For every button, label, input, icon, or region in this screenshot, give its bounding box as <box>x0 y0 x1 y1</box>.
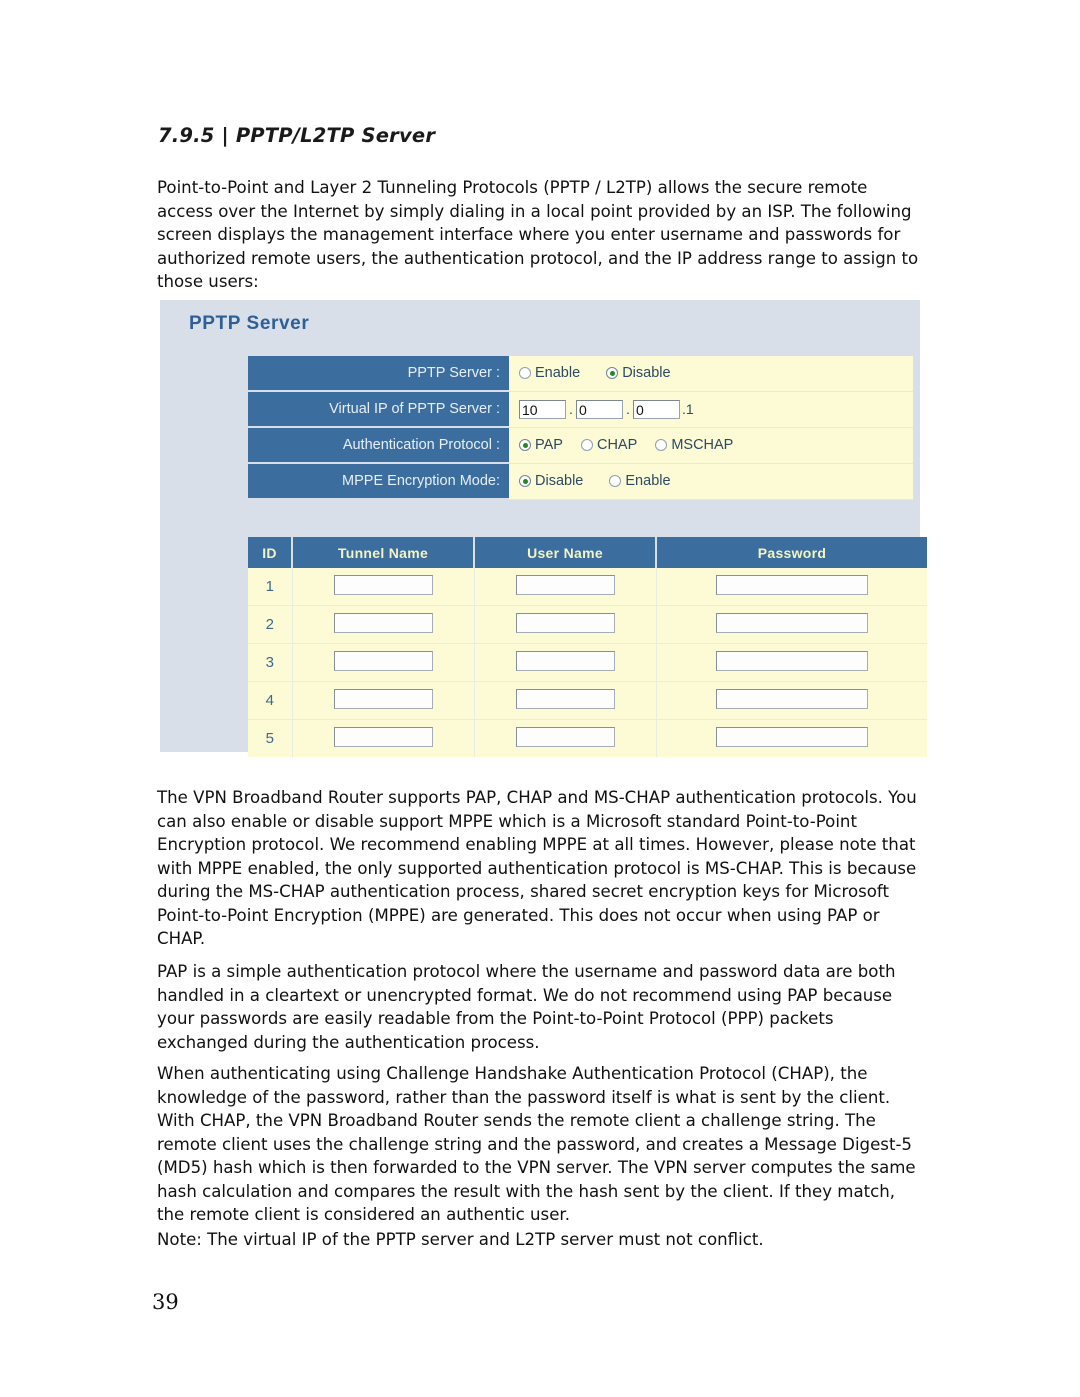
radio-mppe-disable[interactable]: Disable <box>519 473 583 489</box>
document-page: 7.9.5 | PPTP/L2TP Server Point-to-Point … <box>0 0 1080 1397</box>
radio-label: Enable <box>625 473 671 490</box>
tunnel-name-input[interactable] <box>333 688 433 709</box>
cell-tunnel-name <box>292 643 475 682</box>
user-name-input[interactable] <box>515 726 615 747</box>
page-number: 39 <box>152 1290 179 1314</box>
setting-row-auth-protocol: Authentication Protocol : PAP CHAP MSCHA… <box>248 427 913 464</box>
cell-user-name <box>474 568 657 606</box>
radio-dot-selected-icon <box>519 439 531 452</box>
radio-pptp-server-disable[interactable]: Disable <box>606 365 671 382</box>
value-pptp-server: Enable Disable <box>509 356 913 392</box>
label-pptp-server: PPTP Server : <box>248 356 509 392</box>
user-name-input[interactable] <box>515 688 615 709</box>
paragraph-note: Note: The virtual IP of the PPTP server … <box>157 1230 764 1249</box>
setting-row-pptp-server: PPTP Server : Enable Disable <box>248 356 913 392</box>
tunnel-name-input[interactable] <box>333 726 433 747</box>
label-mppe-encryption-mode: MPPE Encryption Mode: <box>248 463 509 500</box>
column-header-tunnel-name: Tunnel Name <box>292 537 475 568</box>
user-name-input[interactable] <box>515 574 615 595</box>
radio-dot-icon <box>609 475 622 488</box>
cell-id: 1 <box>248 568 293 606</box>
cell-password <box>656 605 927 644</box>
cell-tunnel-name <box>292 568 475 606</box>
cell-user-name <box>474 643 657 682</box>
radio-dot-selected-icon <box>519 475 531 488</box>
pptp-server-panel: PPTP Server PPTP Server : Enable Disable <box>160 300 927 757</box>
label-virtual-ip: Virtual IP of PPTP Server : <box>248 391 509 428</box>
column-header-user-name: User Name <box>474 537 657 568</box>
page-title: 7.9.5 | PPTP/L2TP Server <box>158 124 436 147</box>
password-input[interactable] <box>715 612 868 633</box>
radio-label: Enable <box>535 365 581 382</box>
cell-password <box>656 643 927 682</box>
radio-auth-chap[interactable]: CHAP <box>580 437 638 454</box>
paragraph-intro: Point-to-Point and Layer 2 Tunneling Pro… <box>157 178 919 291</box>
value-virtual-ip: 10. 0. 0.1 <box>509 391 913 428</box>
password-input[interactable] <box>715 688 868 709</box>
cell-user-name <box>474 681 657 720</box>
password-input[interactable] <box>715 650 868 671</box>
radio-label: CHAP <box>596 437 638 454</box>
user-name-input[interactable] <box>515 612 615 633</box>
radio-label: Disable <box>622 365 671 382</box>
label-auth-protocol: Authentication Protocol : <box>248 427 509 464</box>
radio-auth-pap[interactable]: PAP <box>519 437 563 453</box>
virtual-ip-octet-2[interactable]: 0 <box>576 399 623 419</box>
radio-mppe-enable[interactable]: Enable <box>609 473 671 490</box>
cell-id: 2 <box>248 605 293 644</box>
table-header-row: ID Tunnel Name User Name Password <box>248 537 927 568</box>
radio-pptp-server-enable[interactable]: Enable <box>519 365 580 381</box>
tunnel-name-input[interactable] <box>333 574 433 595</box>
radio-dot-selected-icon <box>606 367 619 380</box>
cell-user-name <box>474 719 657 757</box>
password-input[interactable] <box>715 726 868 747</box>
panel-title: PPTP Server <box>189 313 310 334</box>
table-row: 1 <box>248 568 927 606</box>
user-name-input[interactable] <box>515 650 615 671</box>
table-row: 3 <box>248 643 927 682</box>
cell-id: 4 <box>248 681 293 720</box>
radio-label: Disable <box>535 473 584 490</box>
cell-tunnel-name <box>292 681 475 720</box>
radio-label: PAP <box>535 437 563 454</box>
cell-user-name <box>474 605 657 644</box>
cell-tunnel-name <box>292 719 475 757</box>
radio-auth-mschap[interactable]: MSCHAP <box>655 437 733 453</box>
radio-dot-icon <box>655 439 668 452</box>
table-row: 4 <box>248 681 927 720</box>
paragraph-chap: When authenticating using Challenge Hand… <box>157 1064 916 1224</box>
column-header-password: Password <box>656 537 927 568</box>
ip-separator: . <box>626 401 630 417</box>
cell-password <box>656 719 927 757</box>
ip-separator: . <box>569 401 573 417</box>
radio-label: MSCHAP <box>671 437 734 454</box>
tunnel-name-input[interactable] <box>333 612 433 633</box>
radio-dot-icon <box>580 439 593 452</box>
radio-dot-icon <box>519 367 531 380</box>
column-header-id: ID <box>248 537 293 568</box>
tunnel-name-input[interactable] <box>333 650 433 671</box>
virtual-ip-octet-1[interactable]: 10 <box>519 399 566 419</box>
cell-password <box>656 681 927 720</box>
paragraph-auth-protocols: The VPN Broadband Router supports PAP, C… <box>157 788 917 948</box>
table-row: 5 <box>248 719 927 757</box>
cell-tunnel-name <box>292 605 475 644</box>
virtual-ip-octet-3[interactable]: 0 <box>633 399 680 419</box>
cell-password <box>656 568 927 606</box>
settings-form: PPTP Server : Enable Disable Virtual IP … <box>248 356 913 500</box>
cell-id: 5 <box>248 719 293 757</box>
paragraph-pap: PAP is a simple authentication protocol … <box>157 962 896 1052</box>
cell-id: 3 <box>248 643 293 682</box>
virtual-ip-suffix: .1 <box>682 401 694 417</box>
tunnel-accounts-table: ID Tunnel Name User Name Password 1 2 3 … <box>248 537 927 757</box>
table-row: 2 <box>248 605 927 644</box>
value-mppe-encryption-mode: Disable Enable <box>509 463 913 500</box>
setting-row-mppe: MPPE Encryption Mode: Disable Enable <box>248 463 913 500</box>
password-input[interactable] <box>715 574 868 595</box>
value-auth-protocol: PAP CHAP MSCHAP <box>509 427 913 464</box>
setting-row-virtual-ip: Virtual IP of PPTP Server : 10. 0. 0.1 <box>248 391 913 428</box>
